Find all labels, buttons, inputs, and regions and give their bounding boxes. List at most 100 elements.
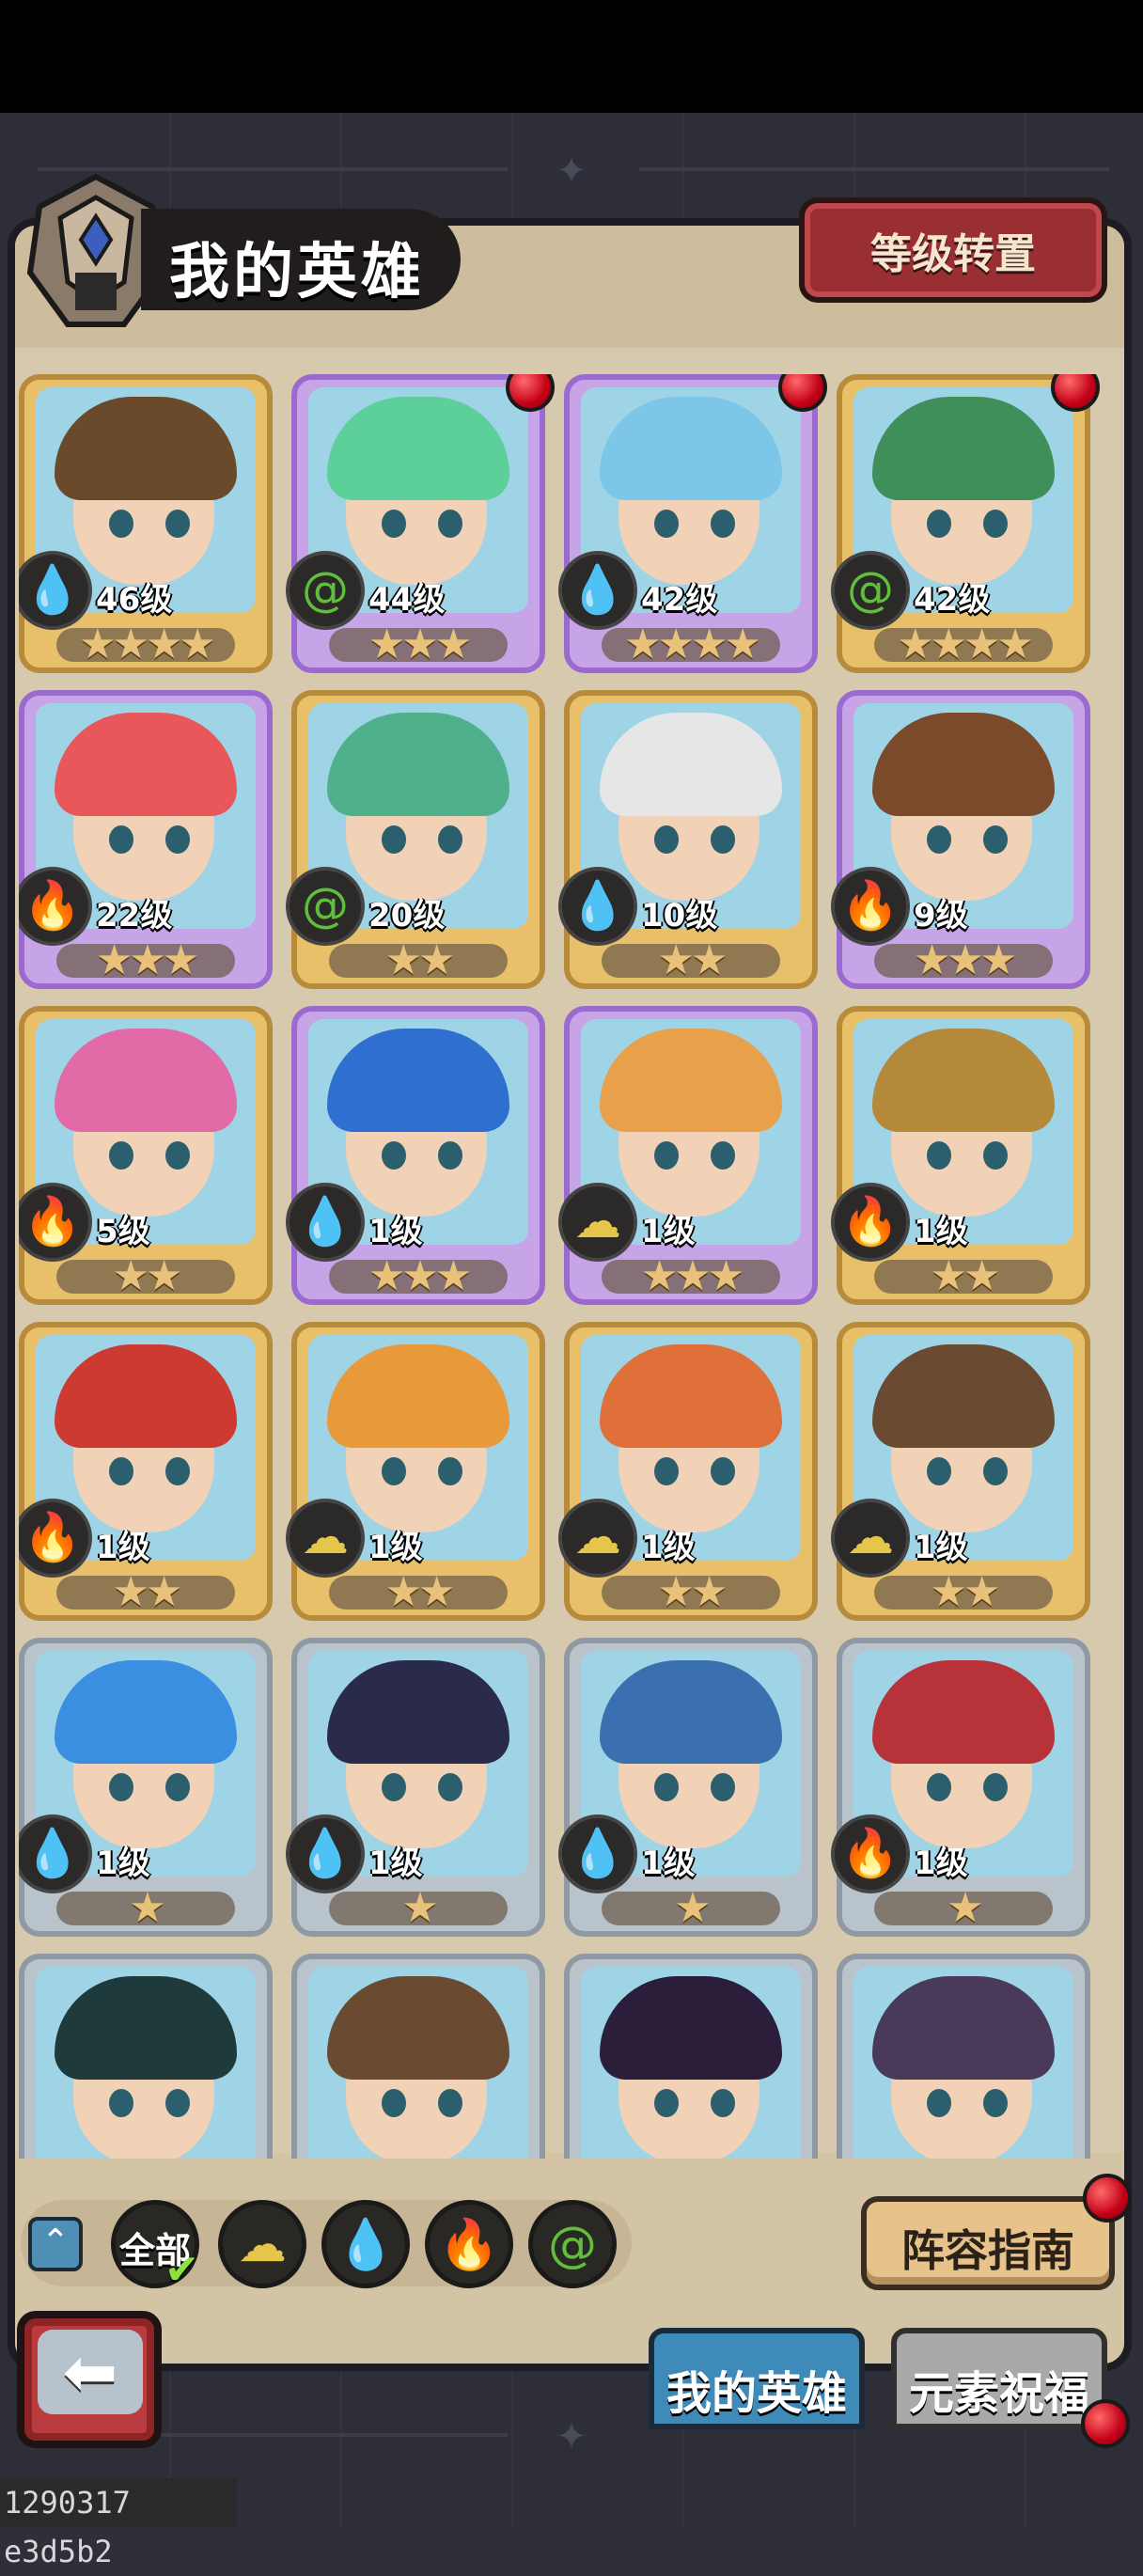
hero-card[interactable] [19,1954,273,2159]
hero-portrait [36,1967,256,2159]
hero-card[interactable]: ★★★★ 💧 46级 [19,374,273,673]
hero-eye [711,510,735,538]
hero-card[interactable]: ★ 💧 1级 [558,1638,818,1937]
hero-eye [109,2089,133,2117]
checkmark-icon: ✔ [164,2246,199,2294]
tab-my-heroes-label: 我的英雄 [665,2367,847,2420]
hero-eye [927,510,951,538]
hero-eye [983,1773,1008,1801]
notification-dot [1081,2399,1130,2448]
hero-hair [872,1976,1055,2080]
hero-card[interactable]: ★★ 🔥 1级 [831,1006,1090,1305]
water-element-icon: 💧 [558,867,637,946]
hero-eye [382,1457,406,1485]
hero-card[interactable]: ★★★ @44级 [286,374,555,673]
decor-star-icon: ✦ [556,149,587,193]
hero-card[interactable]: ★★ ☁ 1级 [558,1322,818,1621]
hero-card[interactable]: ★★★ ☁ 1级 [558,1006,818,1305]
lineup-guide-button[interactable]: 阵容指南 [861,2196,1115,2290]
hero-card[interactable]: ★ 🔥 1级 [831,1638,1090,1937]
hero-eye [711,825,735,854]
hero-card[interactable]: ★★ ☁ 1级 [286,1322,545,1621]
hero-eye [382,825,406,854]
lineup-guide-label: 阵容指南 [901,2225,1074,2276]
filter-water[interactable]: 💧 [321,2200,410,2288]
hero-hair [55,1344,237,1448]
hero-level: 10级 [641,897,718,935]
hero-hair [872,397,1055,500]
hero-hair [872,1344,1055,1448]
hero-card[interactable] [564,1954,818,2159]
hero-hair [327,1029,509,1132]
hero-card[interactable]: ★ 💧 1级 [286,1638,545,1937]
hero-card[interactable]: ★★★ 💧 1级 [286,1006,545,1305]
collapse-button[interactable]: ⌃ [28,2217,83,2271]
hero-card[interactable]: ★★★★ @42级 [831,374,1100,673]
filter-earth[interactable]: ☁ [218,2200,306,2288]
tab-my-heroes[interactable]: 我的英雄 [649,2328,865,2429]
hero-eye [165,1141,190,1170]
hero-eye [927,2089,951,2117]
hero-eye [382,1773,406,1801]
hero-hair [327,397,509,500]
wind-element-icon: @ [548,2217,597,2273]
hero-card[interactable]: ★ 💧 1级 [19,1638,273,1937]
hero-grid: ★★★★ 💧 46级 ★★★ @44级 ★★★★ 💧 42级 ★★★★ @42级 ★★★ 🔥 22级 ★★… [19,374,1128,2159]
hero-hair [600,713,782,816]
level-transfer-button[interactable]: 等级转置 [799,197,1107,303]
hero-card[interactable]: ★★★ 🔥 9级 [831,690,1090,989]
earth-element-icon: ☁ [558,1499,637,1578]
hero-eye [165,2089,190,2117]
hero-hair [872,713,1055,816]
hero-level: 1级 [368,1529,423,1566]
hero-eye [983,510,1008,538]
filter-fire[interactable]: 🔥 [425,2200,513,2288]
hero-eye [654,1457,679,1485]
back-button[interactable]: ⬅ [17,2311,162,2448]
hero-card[interactable] [837,1954,1090,2159]
hero-card[interactable]: ★★ @20级 [286,690,545,989]
hero-eye [983,825,1008,854]
hero-level: 1级 [914,1213,968,1250]
filter-all[interactable]: 全部 ✔ [111,2200,199,2294]
hero-card[interactable]: ★★ 🔥 1级 [19,1322,273,1621]
fire-element-icon: 🔥 [19,1183,92,1262]
hero-level: 1级 [96,1845,150,1882]
hero-card[interactable]: ★★ 💧 10级 [558,690,818,989]
hero-eye [165,825,190,854]
hero-level: 42级 [914,581,991,619]
hero-hair [327,1976,509,2080]
hero-card[interactable]: ★★ ☁ 1级 [831,1322,1090,1621]
hero-card[interactable]: ★★ 🔥 5级 [19,1006,273,1305]
tab-element-blessing[interactable]: 元素祝福 [891,2328,1107,2429]
hero-hair [55,1976,237,2080]
hero-eye [165,1457,190,1485]
hero-level: 1级 [368,1845,423,1882]
fire-element-icon: 🔥 [831,1814,910,1893]
hero-eye [109,1773,133,1801]
hero-eye [927,1773,951,1801]
hero-card[interactable]: ★★★★ 💧 42级 [558,374,827,673]
hero-eye [711,1773,735,1801]
hero-card[interactable]: ★★★ 🔥 22级 [19,690,273,989]
hero-hair [55,1029,237,1132]
hero-level: 1级 [368,1213,423,1250]
hero-portrait [853,1967,1073,2159]
wind-element-icon: @ [286,551,365,630]
filter-wind[interactable]: @ [528,2200,617,2288]
hero-eye [711,1141,735,1170]
earth-element-icon: ☁ [558,1183,637,1262]
hero-eye [438,2089,462,2117]
hero-eye [654,2089,679,2117]
hero-eye [711,2089,735,2117]
hero-card[interactable] [291,1954,545,2159]
hero-eye [438,1773,462,1801]
hero-level: 1级 [914,1529,968,1566]
hero-eye [382,2089,406,2117]
status-bar [0,0,1143,113]
hero-level: 44级 [368,581,446,619]
water-element-icon: 💧 [286,1183,365,1262]
hero-level: 42级 [641,581,718,619]
hero-eye [382,510,406,538]
hero-hair [327,1344,509,1448]
